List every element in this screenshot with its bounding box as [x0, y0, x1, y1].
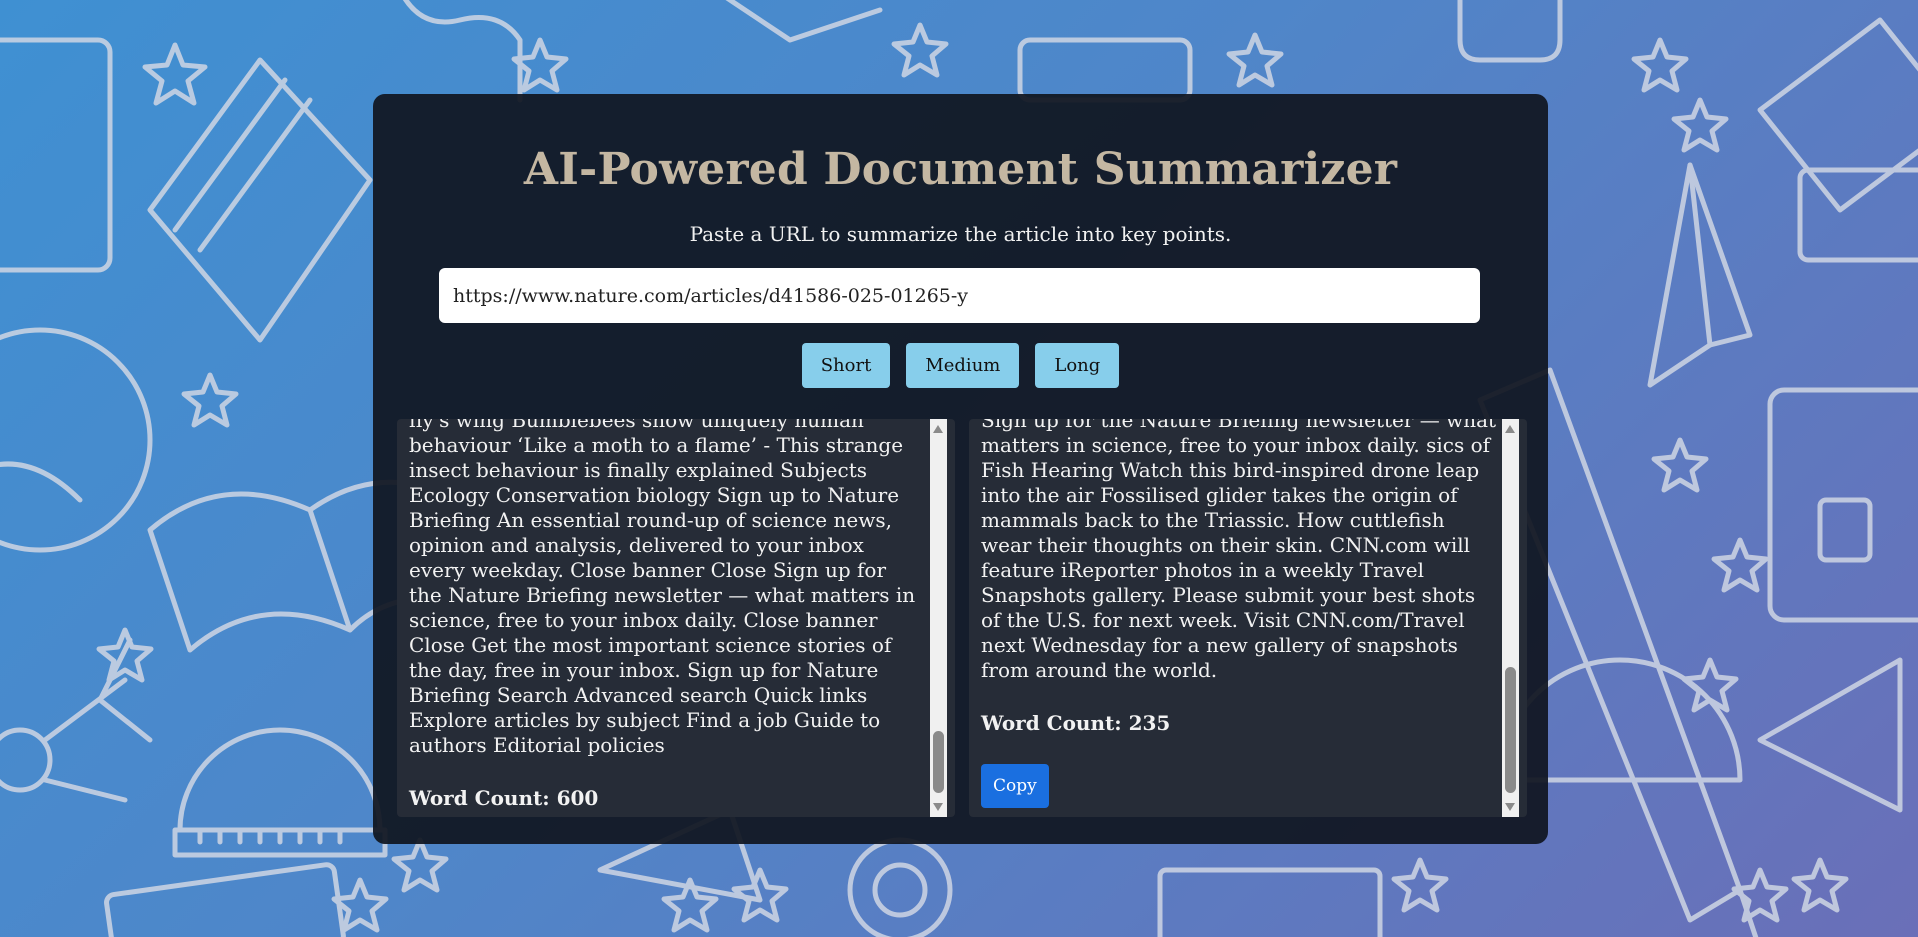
- scroll-up-arrow-icon[interactable]: [1505, 425, 1515, 433]
- scroll-down-arrow-icon[interactable]: [933, 803, 943, 811]
- scroll-thumb[interactable]: [1505, 667, 1516, 793]
- original-text-content: fly's wing Bumblebees show uniquely huma…: [409, 419, 925, 811]
- page-title: AI-Powered Document Summarizer: [523, 144, 1398, 195]
- long-button[interactable]: Long: [1035, 343, 1120, 388]
- copy-button[interactable]: Copy: [981, 764, 1049, 808]
- summary-panel[interactable]: Sign up for the Nature Briefing newslett…: [969, 419, 1527, 817]
- medium-button[interactable]: Medium: [906, 343, 1020, 388]
- summary-scrollbar[interactable]: [1502, 419, 1519, 817]
- original-text-panel[interactable]: fly's wing Bumblebees show uniquely huma…: [397, 419, 955, 817]
- summary-word-count: Word Count: 235: [981, 711, 1171, 735]
- length-button-group: Short Medium Long: [373, 343, 1548, 388]
- summary-text: Sign up for the Nature Briefing newslett…: [981, 419, 1497, 682]
- original-word-count: Word Count: 600: [409, 786, 599, 810]
- short-button[interactable]: Short: [801, 343, 891, 388]
- scroll-up-arrow-icon[interactable]: [933, 425, 943, 433]
- url-input[interactable]: [439, 268, 1480, 323]
- page-subtitle: Paste a URL to summarize the article int…: [689, 222, 1232, 246]
- scroll-thumb[interactable]: [933, 731, 944, 793]
- summary-content: Sign up for the Nature Briefing newslett…: [981, 419, 1497, 808]
- original-scrollbar[interactable]: [930, 419, 947, 817]
- scroll-down-arrow-icon[interactable]: [1505, 803, 1515, 811]
- original-text: fly's wing Bumblebees show uniquely huma…: [409, 419, 916, 757]
- summarizer-card: AI-Powered Document Summarizer Paste a U…: [373, 94, 1548, 844]
